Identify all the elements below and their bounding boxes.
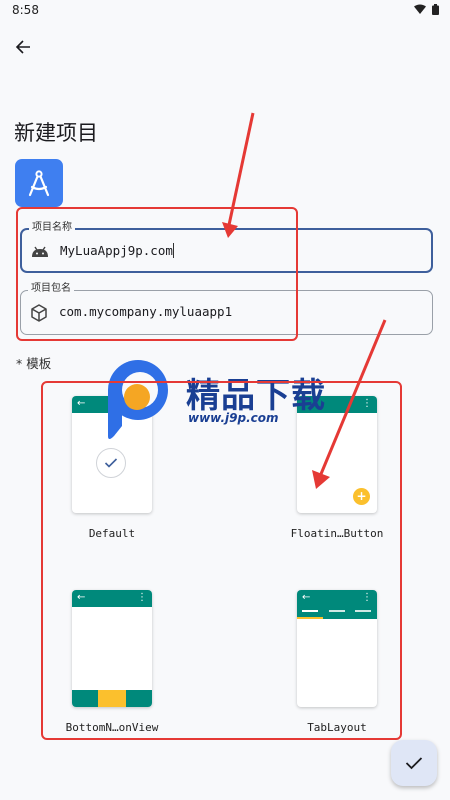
annotation-arrows [222, 112, 387, 489]
new-project-screen: 8:58 新建项目 项目名称 MyLuaAppj9p.com 项目包名 com.… [0, 0, 450, 800]
check-icon [405, 757, 423, 770]
confirm-button[interactable] [391, 740, 437, 786]
